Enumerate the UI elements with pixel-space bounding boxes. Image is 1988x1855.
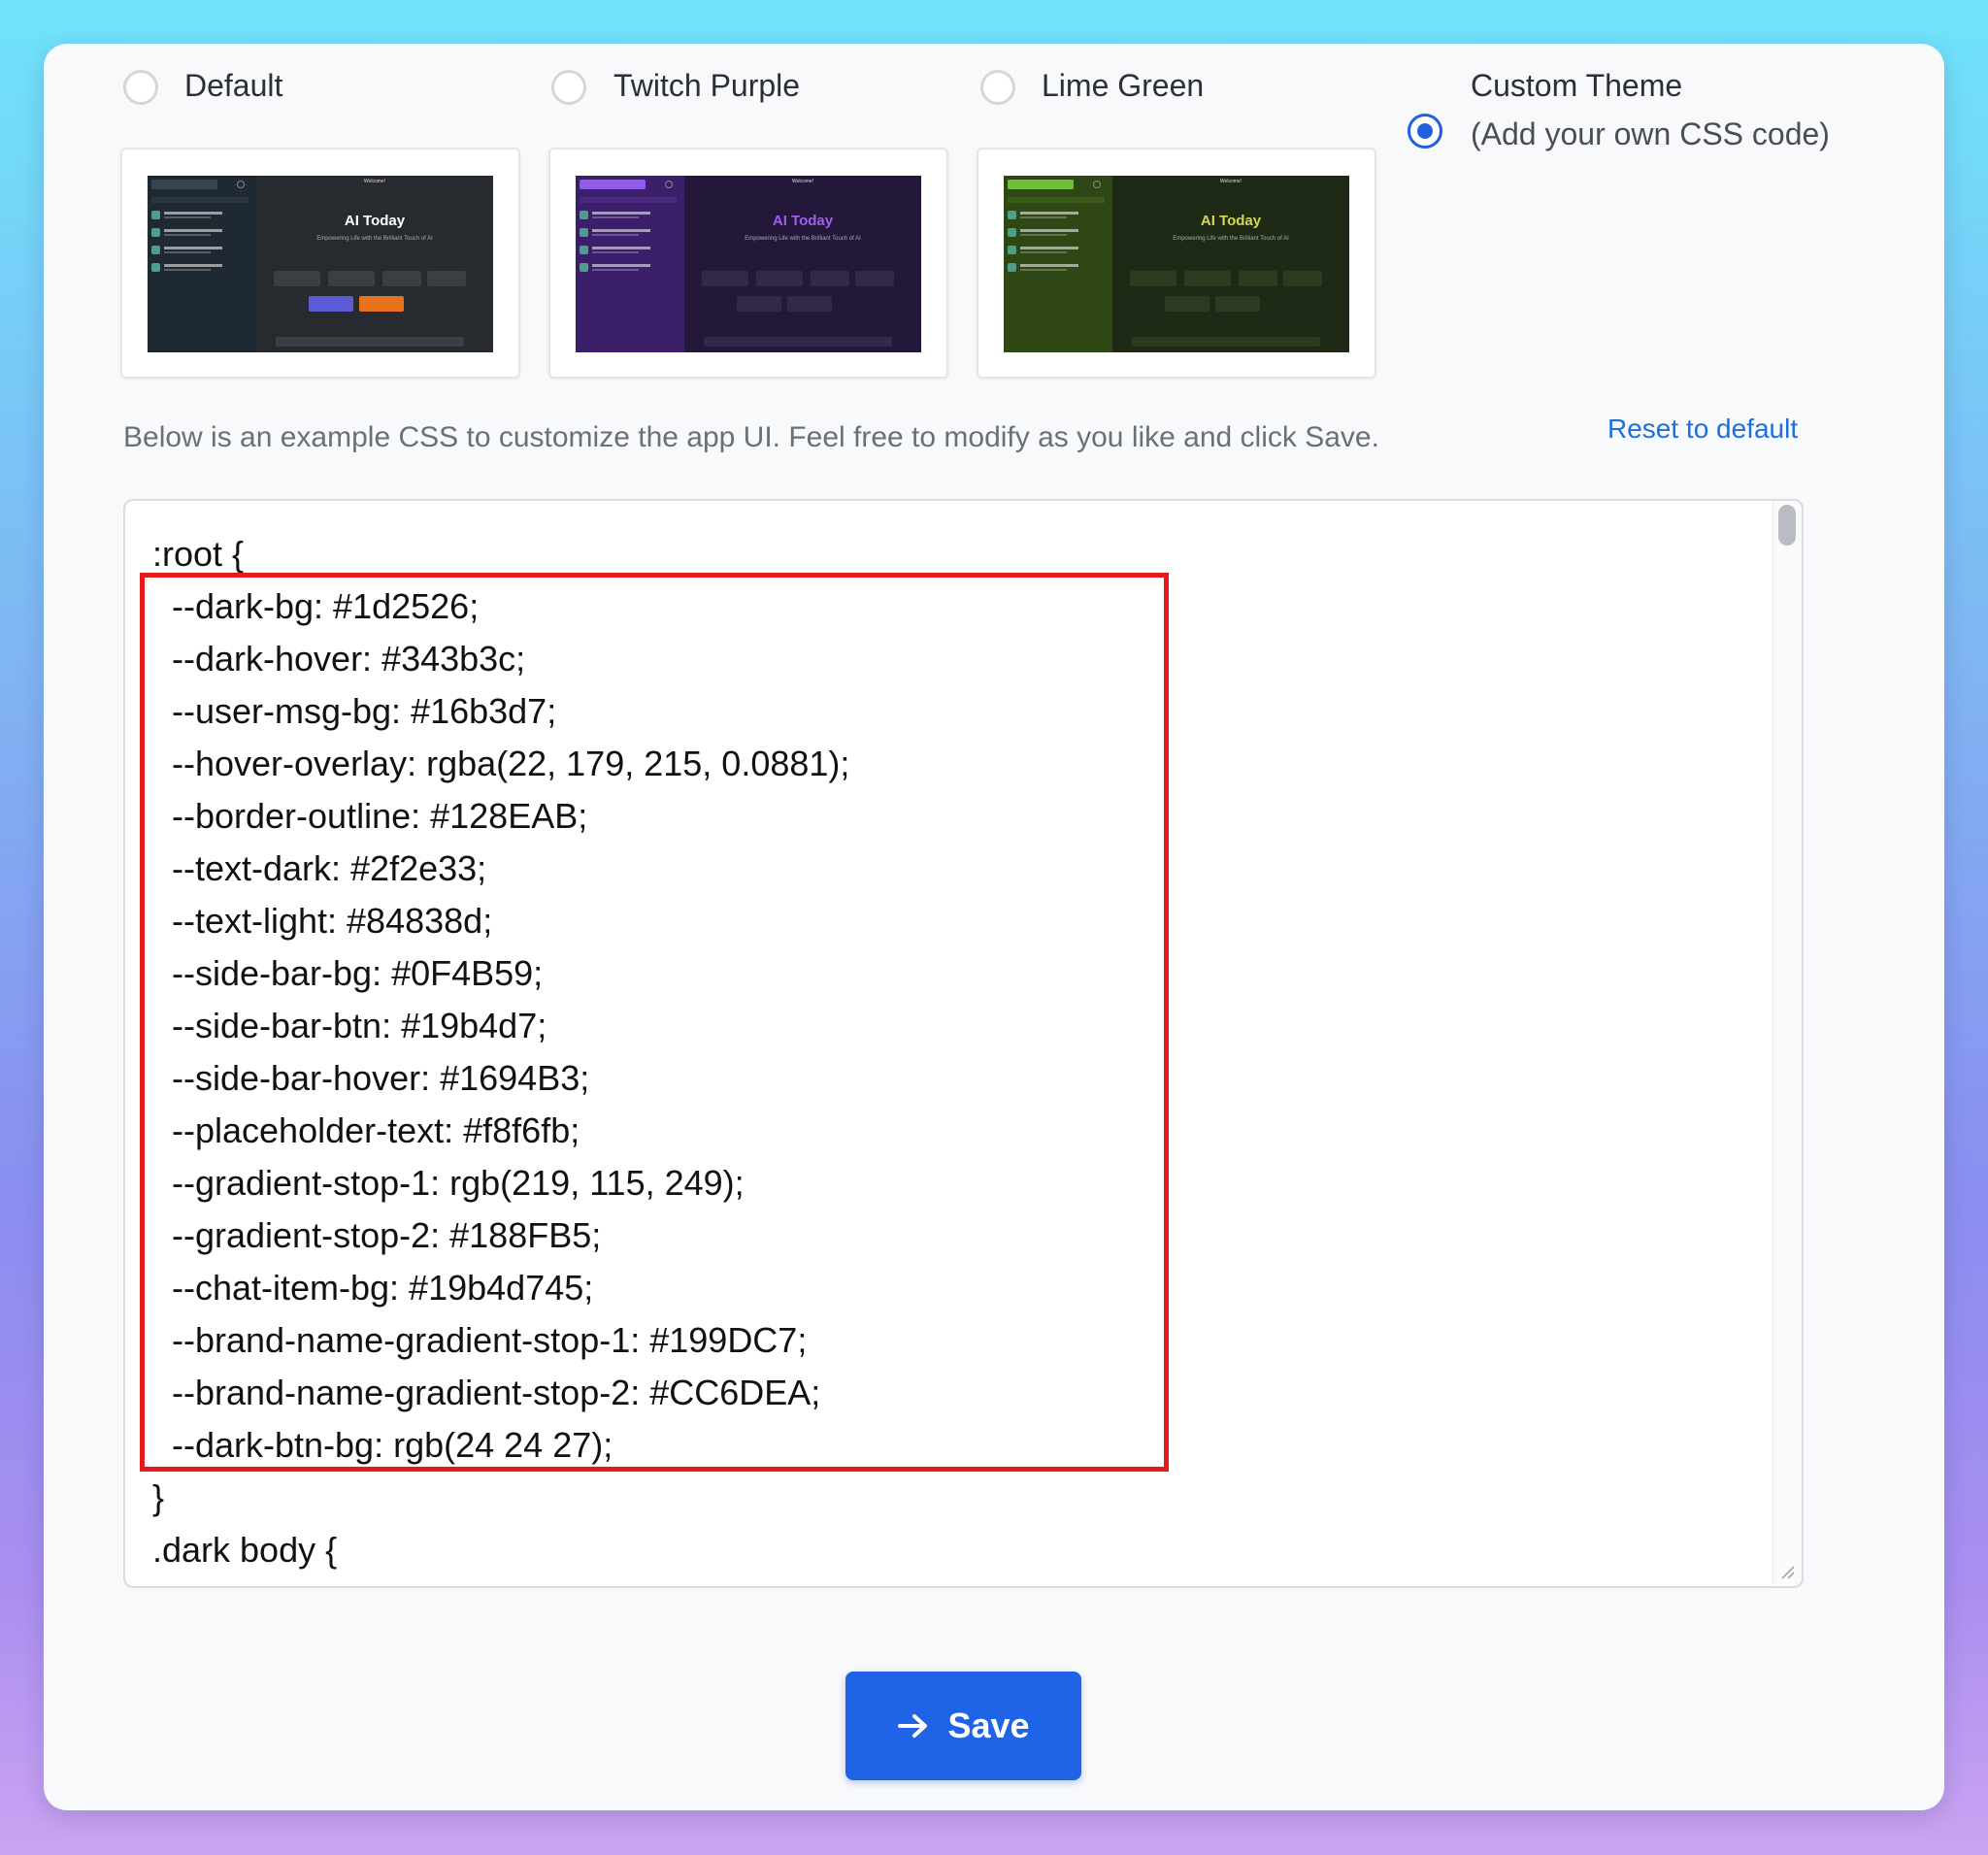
save-button-label: Save [947, 1706, 1030, 1745]
code-line[interactable]: --side-bar-bg: #0F4B59; [152, 947, 1763, 1000]
editor-scrollbar-thumb[interactable] [1778, 505, 1796, 546]
theme-preview-default[interactable]: Welcome! AI Today Empowering Life with t… [120, 148, 520, 379]
css-code-editor[interactable]: :root { --dark-bg: #1d2526; --dark-hover… [123, 499, 1804, 1588]
theme-preview-twitch-purple[interactable]: Welcome! AI Today Empowering Life with t… [548, 148, 948, 379]
theme-label-default: Default [184, 68, 283, 103]
radio-lime-green[interactable] [980, 70, 1015, 105]
radio-twitch-purple[interactable] [551, 70, 586, 105]
code-line[interactable]: --gradient-stop-1: rgb(219, 115, 249); [152, 1157, 1763, 1209]
code-line[interactable]: --brand-name-gradient-stop-2: #CC6DEA; [152, 1367, 1763, 1419]
css-code-text[interactable]: :root { --dark-bg: #1d2526; --dark-hover… [152, 528, 1763, 1576]
reset-to-default-link[interactable]: Reset to default [1607, 414, 1798, 445]
preview-default-image: Welcome! AI Today Empowering Life with t… [148, 176, 493, 352]
theme-preview-lime-green[interactable]: Welcome! AI Today Empowering Life with t… [977, 148, 1376, 379]
radio-default[interactable] [123, 70, 158, 105]
theme-label-twitch-purple: Twitch Purple [613, 68, 801, 103]
code-line[interactable]: --dark-bg: #1d2526; [152, 580, 1763, 633]
theme-label-lime-green: Lime Green [1042, 68, 1205, 103]
resize-handle-icon[interactable] [1778, 1563, 1796, 1580]
code-line[interactable]: --text-dark: #2f2e33; [152, 843, 1763, 895]
code-line[interactable]: --chat-item-bg: #19b4d745; [152, 1262, 1763, 1314]
code-line[interactable]: } [152, 1472, 1763, 1524]
radio-custom-theme[interactable] [1408, 114, 1442, 149]
preview-brand-lime-green: AI Today [1200, 213, 1262, 229]
code-line[interactable]: :root { [152, 528, 1763, 580]
preview-brand-default: AI Today [344, 213, 406, 229]
code-line[interactable]: .dark body { [152, 1524, 1763, 1576]
code-line[interactable]: --border-outline: #128EAB; [152, 790, 1763, 843]
code-line[interactable]: --placeholder-text: #f8f6fb; [152, 1105, 1763, 1157]
code-line[interactable]: --brand-name-gradient-stop-1: #199DC7; [152, 1314, 1763, 1367]
code-line[interactable]: --side-bar-hover: #1694B3; [152, 1052, 1763, 1105]
theme-label-custom: Custom Theme [1471, 68, 1683, 103]
arrow-right-icon [898, 1714, 928, 1738]
code-line[interactable]: --text-light: #84838d; [152, 895, 1763, 947]
theme-sublabel-custom: (Add your own CSS code) [1471, 116, 1830, 151]
save-button[interactable]: Save [845, 1672, 1081, 1780]
code-line[interactable]: --dark-btn-bg: rgb(24 24 27); [152, 1419, 1763, 1472]
editor-scrollbar[interactable] [1773, 501, 1802, 1586]
theme-settings-card: Default Welcome! AI Today Empowering Lif… [44, 44, 1944, 1810]
preview-twitch-purple-image: Welcome! AI Today Empowering Life with t… [576, 176, 921, 352]
code-line[interactable]: --hover-overlay: rgba(22, 179, 215, 0.08… [152, 738, 1763, 790]
code-line[interactable]: --gradient-stop-2: #188FB5; [152, 1209, 1763, 1262]
code-line[interactable]: --side-bar-btn: #19b4d7; [152, 1000, 1763, 1052]
css-hint-text: Below is an example CSS to customize the… [123, 421, 1379, 453]
code-line[interactable]: --dark-hover: #343b3c; [152, 633, 1763, 685]
code-line[interactable]: --user-msg-bg: #16b3d7; [152, 685, 1763, 738]
preview-lime-green-image: Welcome! AI Today Empowering Life with t… [1004, 176, 1349, 352]
preview-brand-twitch-purple: AI Today [772, 213, 834, 229]
